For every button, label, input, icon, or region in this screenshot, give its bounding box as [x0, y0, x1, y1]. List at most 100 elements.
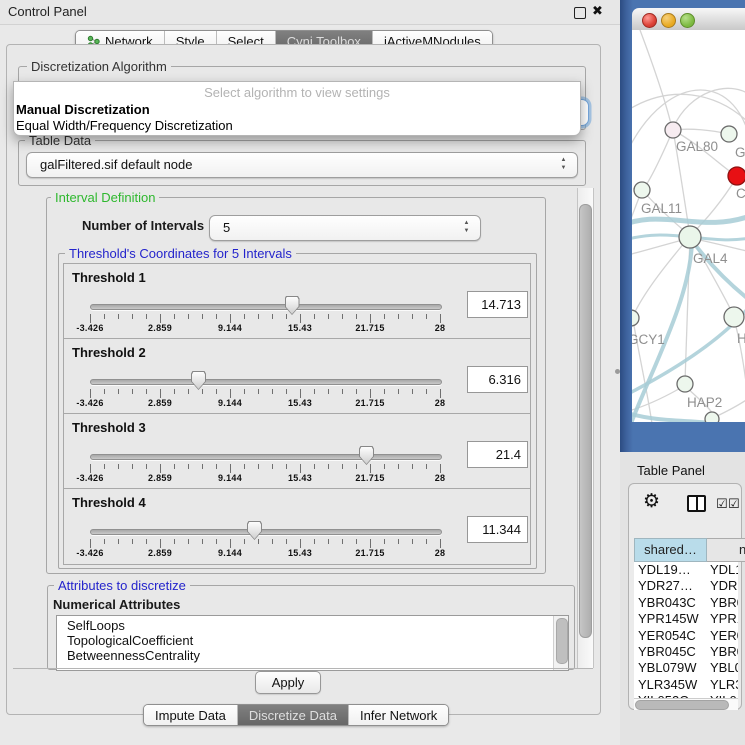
algorithm-option-equal-width[interactable]: Equal Width/Frequency Discretization [16, 118, 233, 133]
network-node[interactable] [634, 182, 650, 198]
network-node[interactable] [679, 226, 701, 248]
network-node[interactable] [665, 122, 681, 138]
scroll-viewport-bottom-border [13, 668, 593, 669]
table-row[interactable]: YBR045C YBR0 [634, 644, 738, 661]
node-label: GA [735, 145, 745, 160]
threshold-block-1: Threshold 1-3.4262.8599.14415.4321.71528… [63, 263, 531, 340]
tick-label: 21.715 [348, 473, 392, 483]
table-row[interactable]: YBL079WYBL0 [634, 660, 738, 677]
column-header-name[interactable]: n [707, 538, 745, 562]
tick-label: 9.144 [208, 548, 252, 558]
tick-label: 9.144 [208, 323, 252, 333]
attribute-list-item[interactable]: TopologicalCoefficient [67, 633, 193, 648]
number-of-intervals-label: Number of Intervals [82, 218, 204, 233]
network-edge-thick [690, 238, 745, 302]
slider-ticks: -3.4262.8599.14415.4321.71528 [64, 339, 530, 414]
tick-label: -3.426 [68, 323, 112, 333]
tab-discretize-data[interactable]: Discretize Data [238, 705, 349, 725]
network-node[interactable] [728, 167, 745, 185]
table-row[interactable]: YER054C YER0 [634, 628, 738, 645]
table-row[interactable]: YLR345WYLR3 [634, 677, 738, 694]
cell-shared-name: YER054C [638, 628, 696, 643]
float-panel-icon[interactable] [574, 7, 586, 19]
control-panel-scrollbar[interactable] [577, 188, 594, 668]
threshold-value-field[interactable]: 14.713 [467, 291, 528, 318]
tab-infer-network[interactable]: Infer Network [349, 705, 448, 725]
cell-shared-name: YLR345W [638, 677, 697, 692]
gear-icon[interactable]: ⚙ [643, 490, 660, 513]
table-rows: YDL19…YDL1YDR27…YDR2YBR043CYBR0YPR145WYP… [634, 562, 738, 698]
apply-button[interactable]: Apply [255, 671, 321, 694]
combobox-spinner-icon: ▲▼ [462, 219, 471, 235]
thresholds-coordinates-group: Threshold's Coordinates for 5 Intervals … [58, 253, 537, 569]
threshold-block-4: Threshold 4-3.4262.8599.14415.4321.71528… [63, 488, 531, 565]
attributes-group-title: Attributes to discretize [54, 578, 190, 593]
minimize-traffic-light-icon[interactable] [661, 13, 676, 28]
control-panel-scrollbar-thumb[interactable] [579, 204, 592, 638]
column-header-shared-name[interactable]: shared… [634, 538, 707, 562]
cyni-bottom-tabbar: Impute DataDiscretize DataInfer Network [143, 704, 449, 726]
threshold-value-field[interactable]: 11.344 [467, 516, 528, 543]
algorithm-option-manual[interactable]: Manual Discretization [16, 102, 150, 117]
network-edge [644, 130, 673, 188]
threshold-value-field[interactable]: 21.4 [467, 441, 528, 468]
cell-shared-name: YDL19… [638, 562, 691, 577]
network-node[interactable] [721, 126, 737, 142]
number-of-intervals-combobox[interactable]: 5 ▲▼ [209, 215, 481, 241]
control-panel-title: Control Panel [8, 4, 87, 19]
tab-impute-data[interactable]: Impute Data [144, 705, 238, 725]
threshold-block-2: Threshold 2-3.4262.8599.14415.4321.71528… [63, 338, 531, 415]
table-data-combobox-value: galFiltered.sif default node [40, 153, 192, 177]
network-node[interactable] [677, 376, 693, 392]
interval-definition-group: Interval Definition Number of Intervals … [46, 197, 546, 574]
close-traffic-light-icon[interactable] [642, 13, 657, 28]
thresholds-coordinates-group-title: Threshold's Coordinates for 5 Intervals [65, 246, 296, 261]
tick-label: 28 [418, 323, 462, 333]
table-panel-box: ⚙ ☑ ☑ shared… n YDL19…YDL1YDR27…YDR2YBR0… [628, 483, 742, 710]
network-graph: GAL80GACGAL11GAL4GCY1HHAP2 [632, 30, 745, 422]
checkbox-checked-icon[interactable]: ☑ [716, 496, 728, 512]
node-label: GAL80 [676, 139, 718, 154]
network-node[interactable] [632, 310, 639, 326]
table-row[interactable]: YDR27…YDR2 [634, 578, 738, 595]
network-node[interactable] [724, 307, 744, 327]
cell-name: YBR0 [710, 644, 738, 659]
tick-label: 15.43 [278, 473, 322, 483]
interval-definition-group-title: Interval Definition [51, 190, 159, 205]
cell-shared-name: YDR27… [638, 578, 693, 593]
tick-label: 2.859 [138, 323, 182, 333]
attribute-list-item[interactable]: BetweennessCentrality [67, 648, 200, 663]
node-label: GAL11 [641, 201, 682, 216]
cell-shared-name: YBR045C [638, 644, 696, 659]
tick-label: -3.426 [68, 473, 112, 483]
tick-label: 28 [418, 548, 462, 558]
attributes-scrollbar-thumb[interactable] [556, 618, 568, 664]
attribute-list-item[interactable]: SelfLoops [67, 618, 125, 633]
checkbox-checked-icon[interactable]: ☑ [728, 496, 740, 512]
tick-label: -3.426 [68, 548, 112, 558]
network-window-titlebar[interactable] [632, 8, 745, 31]
node-label: HAP2 [687, 395, 722, 410]
algorithm-dropdown-placeholder: Select algorithm to view settings [14, 85, 580, 100]
table-row[interactable]: YBR043CYBR0 [634, 595, 738, 612]
table-row[interactable]: YDL19…YDL1 [634, 562, 738, 579]
table-row[interactable]: YPR145WYPR1 [634, 611, 738, 628]
table-horizontal-scrollbar[interactable] [634, 698, 738, 710]
threshold-value-field[interactable]: 6.316 [467, 366, 528, 393]
numerical-attributes-list[interactable]: SelfLoopsTopologicalCoefficientBetweenne… [56, 615, 569, 671]
table-panel-title: Table Panel [637, 463, 705, 478]
tick-label: 2.859 [138, 398, 182, 408]
network-view-canvas[interactable]: GAL80GACGAL11GAL4GCY1HHAP2 [632, 30, 745, 422]
zoom-traffic-light-icon[interactable] [680, 13, 695, 28]
cell-name: YER0 [710, 628, 738, 643]
attributes-list-scrollbar[interactable] [553, 616, 568, 670]
columns-icon[interactable] [687, 495, 706, 512]
table-data-combobox[interactable]: galFiltered.sif default node ▲▼ [26, 152, 578, 178]
cell-shared-name: YBL079W [638, 660, 697, 675]
close-icon[interactable]: ✖ [592, 3, 603, 19]
cell-name: YPR1 [710, 611, 738, 626]
network-node[interactable] [705, 412, 719, 422]
number-of-intervals-value: 5 [223, 216, 230, 240]
slider-ticks: -3.4262.8599.14415.4321.71528 [64, 489, 530, 564]
table-hscrollbar-thumb[interactable] [635, 700, 729, 710]
